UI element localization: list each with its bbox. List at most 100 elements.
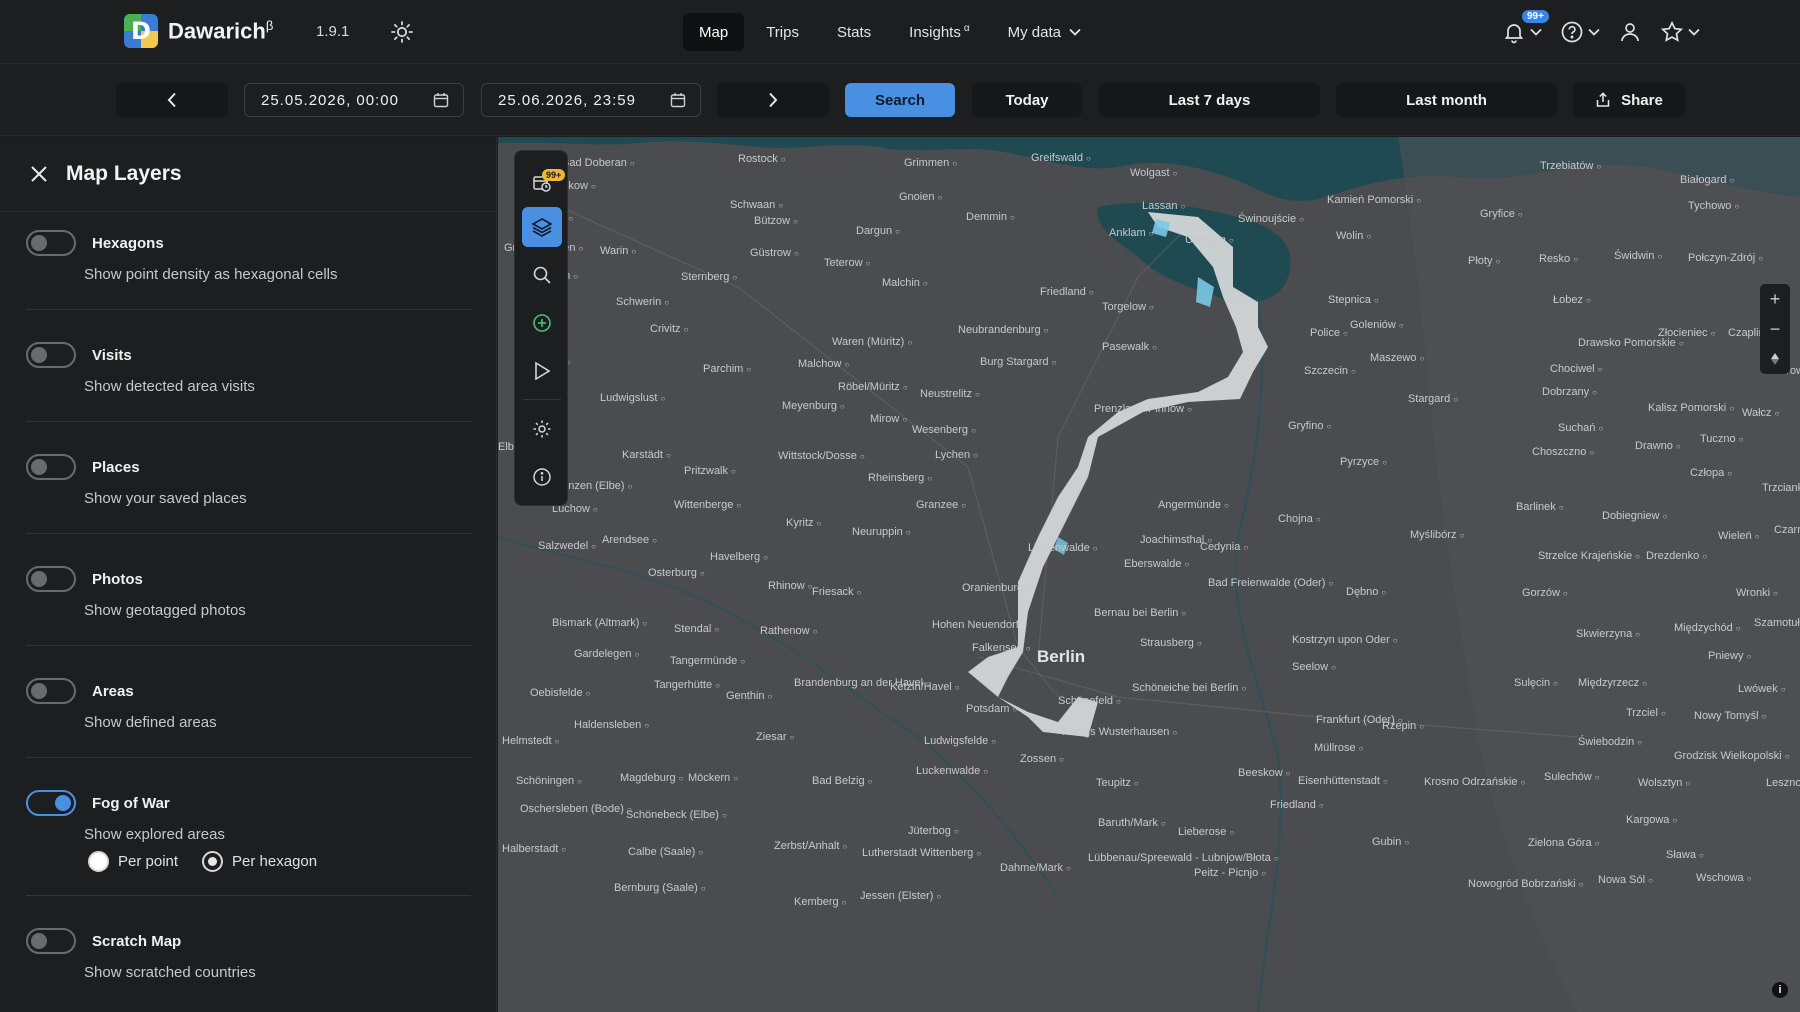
search-tool-button[interactable] <box>522 255 562 295</box>
city-label: Lychen <box>935 449 978 461</box>
user-icon <box>1621 23 1639 42</box>
nav-my-data[interactable]: My data <box>992 13 1097 51</box>
tools-badge: 99+ <box>542 169 566 181</box>
city-label: Trzcianka <box>1762 482 1800 494</box>
next-range-button[interactable] <box>717 83 829 117</box>
map-tools-bar: 99+ <box>514 150 568 506</box>
city-label: Neubrandenburg <box>958 324 1048 336</box>
city-label: Bernau bei Berlin <box>1094 607 1186 619</box>
city-label: Prenzlau <box>1094 403 1145 415</box>
hexagons-toggle[interactable] <box>26 230 76 256</box>
layers-tool-button[interactable] <box>522 207 562 247</box>
zoom-out-button[interactable]: − <box>1760 314 1790 344</box>
previous-range-button[interactable] <box>116 83 228 117</box>
city-label: Teupitz <box>1096 777 1139 789</box>
city-label: Białogard <box>1680 174 1734 186</box>
per-hexagon-option[interactable]: Per hexagon <box>202 851 317 872</box>
per-point-option[interactable]: Per point <box>88 851 178 872</box>
areas-toggle[interactable] <box>26 678 76 704</box>
city-label: Kalisz Pomorski <box>1648 402 1734 414</box>
city-label: Sulechów <box>1544 771 1600 783</box>
city-label: Dobrzany <box>1542 386 1597 398</box>
city-label: Karstädt <box>622 449 671 461</box>
visits-toggle[interactable] <box>26 342 76 368</box>
start-date-input[interactable]: 25.05.2026, 00:00 <box>244 83 464 117</box>
city-label: Zossen <box>1020 753 1064 765</box>
city-label: Peitz - Picnjo <box>1194 867 1266 879</box>
city-label: Maszewo <box>1370 352 1424 364</box>
brand-link[interactable]: D Dawarichβ <box>124 14 273 48</box>
settings-tool-button[interactable] <box>522 409 562 449</box>
theme-toggle-button[interactable] <box>388 18 416 46</box>
city-label: Lwówek <box>1738 683 1786 695</box>
city-label: Meyenburg <box>782 400 845 412</box>
city-label: Ketzin/Havel <box>890 681 960 693</box>
city-label: Strzelce Krajeńskie <box>1538 550 1640 562</box>
city-label: Berlin <box>1037 647 1086 666</box>
per-point-radio[interactable] <box>88 851 109 872</box>
chevron-down-icon <box>1688 28 1700 36</box>
layer-description: Show geotagged photos <box>84 602 246 619</box>
layer-name: Places <box>92 458 140 476</box>
search-icon <box>533 266 551 284</box>
city-label: Gryfino <box>1288 420 1331 432</box>
share-button[interactable]: Share <box>1573 83 1685 117</box>
city-label: Łobez <box>1553 294 1591 306</box>
city-label: Stepnica <box>1328 294 1379 306</box>
end-date-input[interactable]: 25.06.2026, 23:59 <box>481 83 701 117</box>
chevron-right-icon <box>769 92 778 108</box>
fog-of-war-toggle[interactable] <box>26 790 76 816</box>
city-label: Falkensee <box>972 642 1031 654</box>
timeline-tool-button[interactable]: 99+ <box>522 163 566 203</box>
zoom-in-button[interactable]: + <box>1760 284 1790 314</box>
last-7-days-button[interactable]: Last 7 days <box>1099 83 1320 117</box>
places-toggle[interactable] <box>26 454 76 480</box>
city-label: Möckern <box>688 772 738 784</box>
nav-map[interactable]: Map <box>683 13 745 51</box>
help-button[interactable] <box>1560 14 1600 50</box>
scratch-map-toggle[interactable] <box>26 928 76 954</box>
calendar-icon <box>670 93 686 108</box>
photos-toggle[interactable] <box>26 566 76 592</box>
dawarich-logo-icon: D <box>124 14 158 48</box>
map-canvas[interactable]: Bad Doberan Rostock Grimmen Greifswald Wolga… <box>498 137 1800 1012</box>
city-label: Eisenhüttenstadt <box>1298 775 1388 787</box>
last-month-button[interactable]: Last month <box>1336 83 1557 117</box>
city-label: Suchań <box>1558 422 1603 434</box>
user-menu-button[interactable] <box>1618 14 1642 50</box>
nav-insights[interactable]: Insights α <box>893 13 985 51</box>
city-label: Grimmen <box>904 157 957 169</box>
city-label: Schöneiche bei Berlin <box>1132 682 1246 694</box>
city-label: Płoty <box>1468 255 1500 267</box>
city-label: Crivitz <box>650 323 688 335</box>
info-icon <box>533 468 551 486</box>
city-label: Seelow <box>1292 661 1336 673</box>
divider <box>26 421 471 422</box>
replay-tool-button[interactable] <box>522 351 562 391</box>
compass-icon <box>1771 353 1779 365</box>
nav-stats[interactable]: Stats <box>821 13 887 51</box>
search-button[interactable]: Search <box>845 83 955 117</box>
close-icon[interactable] <box>30 165 48 183</box>
per-hexagon-radio[interactable] <box>202 851 224 872</box>
city-label: Anklam <box>1109 227 1154 239</box>
nav-trips[interactable]: Trips <box>750 13 815 51</box>
city-label: Rheinsberg <box>868 472 932 484</box>
city-label: Pasewalk <box>1102 341 1157 353</box>
notifications-button[interactable]: 99+ <box>1502 10 1549 50</box>
today-button[interactable]: Today <box>972 83 1082 117</box>
add-tool-button[interactable] <box>522 303 562 343</box>
city-label: Stendal <box>674 623 719 635</box>
info-tool-button[interactable] <box>522 457 562 497</box>
city-label: Bad Freienwalde (Oder) <box>1208 577 1333 589</box>
favorites-button[interactable] <box>1660 14 1700 50</box>
fog-mode-options: Per point Per hexagon <box>88 851 471 872</box>
chevron-left-icon <box>167 92 176 108</box>
city-label: Schönebeck (Elbe) <box>626 809 727 821</box>
city-label: Oebisfelde <box>530 687 590 699</box>
attribution-info-icon[interactable]: i <box>1772 982 1788 998</box>
reset-north-button[interactable] <box>1760 344 1790 374</box>
city-label: Zerbst/Anhalt <box>774 840 847 852</box>
app-version: 1.9.1 <box>316 23 350 40</box>
divider <box>26 895 471 896</box>
